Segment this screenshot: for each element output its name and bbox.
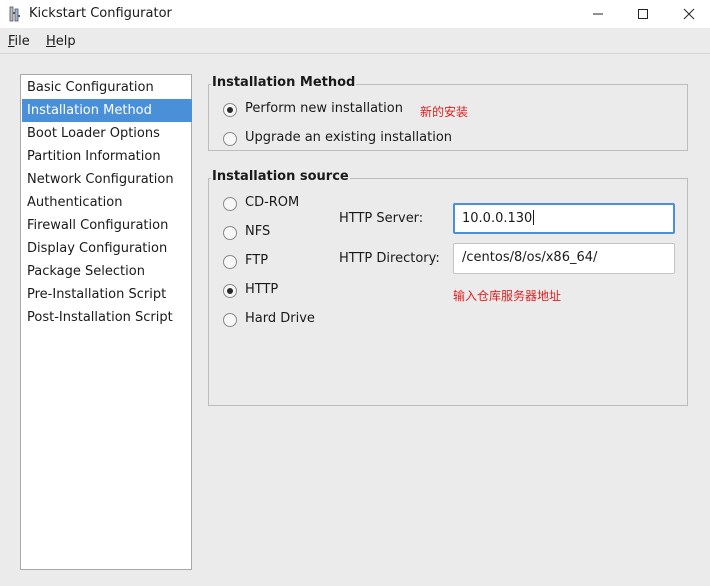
window-title: Kickstart Configurator [29,6,172,21]
http-directory-label: HTTP Directory: [339,251,440,266]
radio-perform-new-installation-label[interactable]: Perform new installation [245,101,403,116]
sidebar-item-boot-loader-options[interactable]: Boot Loader Options [22,122,192,145]
sidebar-item-pre-installation-script[interactable]: Pre-Installation Script [22,283,192,306]
maximize-icon [638,9,648,19]
close-icon [683,8,695,20]
sidebar-item-firewall-configuration[interactable]: Firewall Configuration [22,214,192,237]
http-server-label: HTTP Server: [339,211,424,226]
radio-ftp-label[interactable]: FTP [245,253,268,268]
menu-help[interactable]: Help [46,34,76,49]
installation-method-title: Installation Method [211,75,357,90]
app-icon [9,6,21,22]
radio-http-indicator[interactable] [223,284,237,298]
new-installation-note: 新的安装 [420,105,469,119]
menu-help-label: elp [55,34,76,49]
radio-cd-rom-indicator[interactable] [223,197,237,211]
sidebar-item-authentication[interactable]: Authentication [22,191,192,214]
http-directory-input[interactable]: /centos/8/os/x86_64/ [453,243,675,274]
radio-ftp-indicator[interactable] [223,255,237,269]
sidebar-item-network-configuration[interactable]: Network Configuration [22,168,192,191]
installation-source-title: Installation source [211,169,350,184]
http-server-value: 10.0.0.130 [462,211,533,226]
section-list: Basic Configuration Installation Method … [20,74,192,570]
menu-file[interactable]: File [8,34,30,49]
radio-cd-rom-label[interactable]: CD-ROM [245,195,299,210]
close-button[interactable] [666,0,710,28]
title-bar: Kickstart Configurator [0,0,710,28]
radio-perform-new-installation-indicator[interactable] [223,103,237,117]
sidebar-item-installation-method[interactable]: Installation Method [22,99,192,122]
minimize-button[interactable] [575,0,621,28]
radio-upgrade-existing-installation-indicator[interactable] [223,132,237,146]
radio-nfs-indicator[interactable] [223,226,237,240]
menu-bar: File Help [0,29,710,54]
maximize-button[interactable] [620,0,666,28]
menu-help-accel: H [46,34,56,49]
radio-nfs-label[interactable]: NFS [245,224,270,239]
sidebar-item-post-installation-script[interactable]: Post-Installation Script [22,306,192,329]
sidebar-item-display-configuration[interactable]: Display Configuration [22,237,192,260]
http-directory-value: /centos/8/os/x86_64/ [462,250,598,265]
minimize-icon [593,13,603,15]
radio-hard-drive-indicator[interactable] [223,313,237,327]
sidebar-item-package-selection[interactable]: Package Selection [22,260,192,283]
sidebar-item-partition-information[interactable]: Partition Information [22,145,192,168]
http-server-input[interactable]: 10.0.0.130 [453,203,675,234]
text-caret [533,210,535,225]
repository-server-note: 输入仓库服务器地址 [453,289,562,303]
menu-file-label: ile [14,34,30,49]
radio-http-label[interactable]: HTTP [245,282,278,297]
sidebar-item-basic-configuration[interactable]: Basic Configuration [22,76,192,99]
radio-upgrade-existing-installation-label[interactable]: Upgrade an existing installation [245,130,452,145]
radio-hard-drive-label[interactable]: Hard Drive [245,311,315,326]
